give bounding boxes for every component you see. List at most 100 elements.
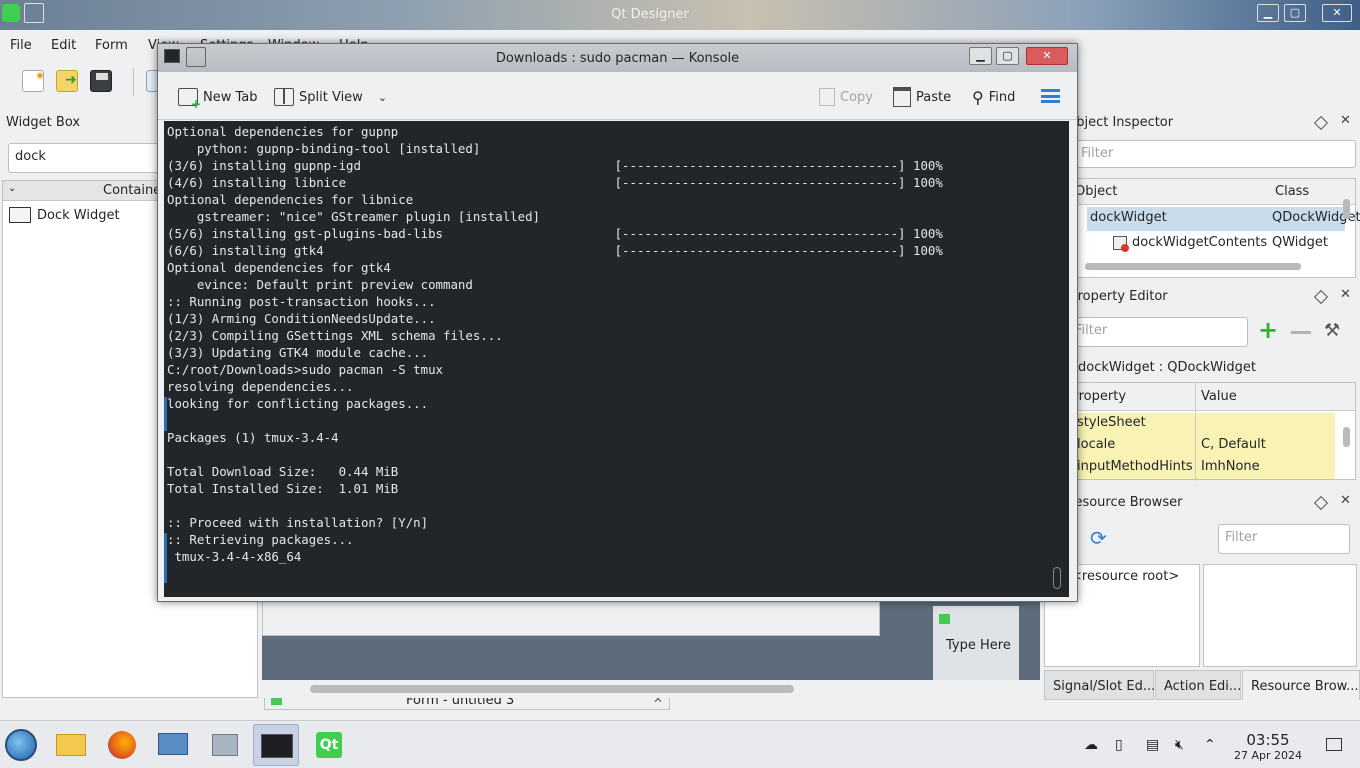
widget-icon <box>1113 236 1129 252</box>
object-inspector-panel: Object Inspector ✕ Filter Object Class d… <box>1044 108 1360 280</box>
chevron-down-icon[interactable]: ⌄ <box>378 91 387 104</box>
clock-date[interactable]: 27 Apr 2024 <box>1226 749 1310 762</box>
clipboard-icon[interactable]: ▯ <box>1115 737 1123 753</box>
configure-wrench-icon[interactable]: ⚒ <box>1324 320 1340 341</box>
property-table-header: Property Value <box>1045 383 1355 411</box>
paste-icon <box>893 87 911 107</box>
terminal-output: Optional dependencies for gupnp python: … <box>167 124 943 564</box>
property-value: C, Default <box>1201 437 1266 452</box>
konsole-minimize-button[interactable]: ▁ <box>969 47 992 65</box>
split-view-button[interactable]: Split View ⌄ <box>274 86 387 108</box>
firefox-icon[interactable] <box>99 724 145 766</box>
start-menu-icon[interactable] <box>5 729 37 761</box>
chevron-up-icon[interactable]: ⌃ <box>1204 737 1216 753</box>
konsole-close-button[interactable]: ✕ <box>1026 47 1068 65</box>
split-view-label: Split View <box>299 89 363 105</box>
row-class: QWidget <box>1272 235 1329 250</box>
toolbar-separator <box>133 68 134 96</box>
package-manager-icon[interactable] <box>202 724 248 766</box>
column-separator <box>1195 411 1196 481</box>
notes-icon[interactable]: ▤ <box>1146 737 1159 753</box>
konsole-maximize-button[interactable]: ▢ <box>996 47 1019 65</box>
tree-vscroll-handle[interactable] <box>1343 199 1350 219</box>
system-settings-icon[interactable] <box>150 724 196 766</box>
column-object[interactable]: Object <box>1075 184 1117 199</box>
show-desktop-icon[interactable] <box>1326 738 1342 751</box>
qt-maximize-button[interactable]: ▢ <box>1284 4 1306 22</box>
tab-resource-browser[interactable]: Resource Brow... <box>1242 670 1360 700</box>
property-editor-title: Property Editor <box>1070 289 1168 304</box>
property-editor-panel: Property Editor ✕ Filter + ⚒ dockWidget … <box>1044 282 1360 482</box>
object-inspector-filter[interactable]: Filter <box>1074 140 1356 168</box>
column-class[interactable]: Class <box>1275 184 1309 199</box>
hamburger-menu-icon[interactable] <box>1041 89 1060 103</box>
new-tab-button[interactable]: + New Tab <box>178 86 258 110</box>
resource-filter[interactable]: Filter <box>1218 524 1350 554</box>
column-separator <box>1195 383 1196 411</box>
property-name: styleSheet <box>1077 415 1146 430</box>
qt-form-icon <box>939 614 950 624</box>
konsole-taskbar-icon[interactable] <box>253 724 299 766</box>
qt-designer-taskbar-icon[interactable]: Qt <box>306 724 352 766</box>
property-object-label: dockWidget : QDockWidget <box>1078 360 1256 375</box>
qt-minimize-button[interactable]: ▁ <box>1257 4 1279 22</box>
new-form-icon[interactable]: ✷ <box>22 69 45 92</box>
remove-property-icon[interactable] <box>1291 331 1311 334</box>
tree-row-dockwidget[interactable]: dockWidget QDockWidget <box>1087 207 1360 231</box>
tree-hscroll-handle[interactable] <box>1085 263 1301 270</box>
tab-action-editor[interactable]: Action Edi... <box>1155 670 1241 700</box>
add-property-icon[interactable]: + <box>1258 318 1278 342</box>
copy-label: Copy <box>840 89 873 105</box>
tab-signal-slot-editor[interactable]: Signal/Slot Ed... <box>1044 670 1155 700</box>
property-row-stylesheet[interactable]: styleSheet <box>1045 413 1335 435</box>
float-panel-icon[interactable] <box>1313 289 1329 305</box>
float-panel-icon[interactable] <box>1313 115 1329 131</box>
volume-muted-icon[interactable]: 🔇︎ <box>1175 737 1184 753</box>
row-object: dockWidget <box>1090 210 1167 225</box>
column-value[interactable]: Value <box>1201 389 1237 404</box>
open-form-icon[interactable]: ➜ <box>56 70 78 92</box>
reload-icon[interactable]: ⟳ <box>1090 526 1107 550</box>
cloud-upload-icon[interactable]: ☁ <box>1084 737 1098 753</box>
scrollbar-handle[interactable] <box>310 685 794 693</box>
object-tree: Object Class dockWidget QDockWidget dock… <box>1044 178 1360 278</box>
copy-icon <box>819 88 835 106</box>
object-tree-header: Object Class <box>1045 179 1355 205</box>
terminal-scrollbar-handle[interactable] <box>1053 567 1061 589</box>
menu-file[interactable]: File <box>10 38 32 53</box>
property-table: Property Value styleSheet locale C, Defa… <box>1044 382 1356 481</box>
menu-edit[interactable]: Edit <box>51 38 76 53</box>
resource-root[interactable]: <resource root> <box>1071 569 1179 584</box>
paste-button[interactable]: Paste <box>893 86 951 108</box>
property-name: inputMethodHints <box>1077 459 1193 474</box>
close-panel-icon[interactable]: ✕ <box>1340 113 1351 128</box>
form-horizontal-scrollbar[interactable] <box>262 680 1040 698</box>
property-vscroll-handle[interactable] <box>1343 427 1350 447</box>
close-panel-icon[interactable]: ✕ <box>1340 287 1351 302</box>
save-form-icon[interactable] <box>90 70 112 92</box>
close-panel-icon[interactable]: ✕ <box>1340 493 1351 508</box>
qt-toolbar: ✷ ➜ <box>0 64 170 104</box>
property-value: ImhNone <box>1201 459 1260 474</box>
new-tab-label: New Tab <box>203 89 258 105</box>
property-editor-filter[interactable]: Filter <box>1068 317 1248 347</box>
tree-row-dockwidgetcontents[interactable]: dockWidgetContents QWidget <box>1087 232 1345 256</box>
paste-label: Paste <box>916 89 952 105</box>
clock-time[interactable]: 03:55 <box>1226 731 1310 749</box>
taskbar: Qt ☁ ▯ ▤ 🔇︎ ⌃ 03:55 27 Apr 2024 <box>0 720 1360 768</box>
menu-form[interactable]: Form <box>95 38 128 53</box>
qt-close-button[interactable]: ✕ <box>1322 4 1352 22</box>
form-body <box>262 596 880 636</box>
property-row-inputmethodhints[interactable]: inputMethodHints ImhNone <box>1045 457 1335 479</box>
file-manager-icon[interactable] <box>48 724 94 766</box>
terminal-view[interactable]: Optional dependencies for gupnp python: … <box>164 121 1069 597</box>
konsole-titlebar: Downloads : sudo pacman — Konsole ▁ ▢ ✕ <box>158 44 1077 72</box>
find-button[interactable]: ⚲ Find <box>972 86 1015 108</box>
widget-item-label: Dock Widget <box>37 208 120 223</box>
property-row-locale[interactable]: locale C, Default <box>1045 435 1335 457</box>
copy-button[interactable]: Copy <box>819 86 873 108</box>
float-panel-icon[interactable] <box>1313 495 1329 511</box>
column-property[interactable]: Property <box>1071 389 1126 404</box>
type-here-label[interactable]: Type Here <box>946 638 1011 653</box>
split-view-icon <box>274 88 294 106</box>
